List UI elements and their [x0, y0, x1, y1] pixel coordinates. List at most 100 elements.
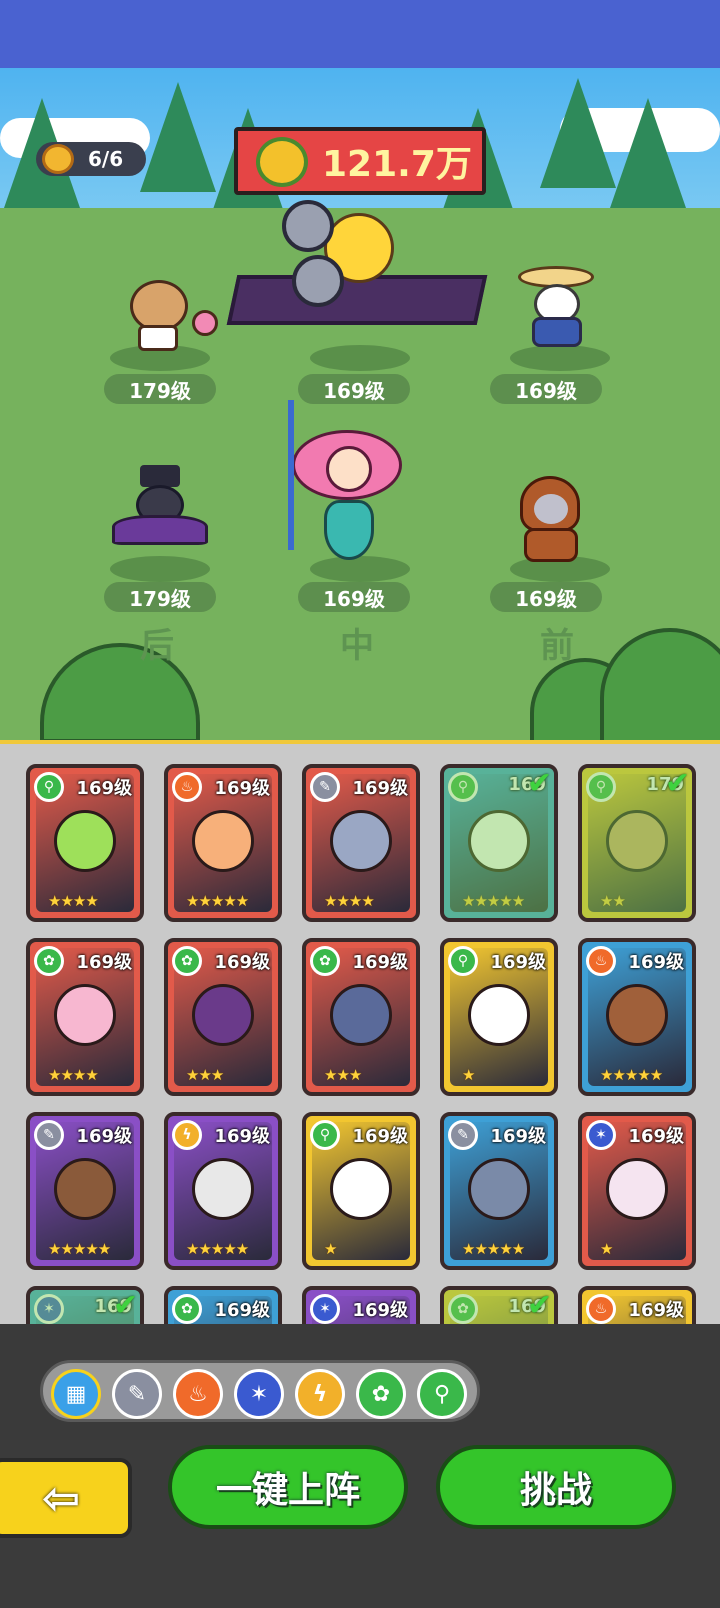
hero-face	[468, 984, 530, 1046]
hero-card[interactable]: ♨ 169级 ★★★★★	[164, 764, 282, 922]
hero-card-level: 169级	[214, 778, 270, 799]
slot-shadow	[310, 345, 410, 371]
hero-card[interactable]: ♨ 169级 ★★★★★	[578, 938, 696, 1096]
hero-card-level: 169级	[214, 1126, 270, 1147]
wind-element-icon: ⚲	[34, 772, 64, 802]
star-rating: ★★★	[186, 1066, 224, 1084]
hero-face	[192, 810, 254, 872]
hero-level: 169级	[490, 582, 602, 612]
hero-card-level: 169级	[628, 1126, 684, 1147]
hero-face	[54, 810, 116, 872]
hero-level: 169级	[298, 582, 410, 612]
power-value: 121.7万	[322, 144, 472, 185]
challenge-label: 挑战	[519, 1470, 592, 1511]
hero-card-level: 169级	[490, 1126, 546, 1147]
hero-card-level: 169级	[352, 1126, 408, 1147]
hero-card[interactable]: ✿ 169级	[164, 1286, 282, 1324]
hero-card[interactable]: ⚲ 179 ★★ ✔	[578, 764, 696, 922]
hero-mouse-hood[interactable]	[506, 468, 596, 568]
steel-element-icon: ✎	[448, 1120, 478, 1150]
hero-card-level: 169级	[628, 1300, 684, 1321]
hero-face	[192, 1158, 254, 1220]
hero-card[interactable]: ✿ 169 ✔	[440, 1286, 558, 1324]
hero-card[interactable]: ✶ 169 ✔	[26, 1286, 144, 1324]
star-rating: ★★★★★	[186, 1240, 249, 1258]
star-rating: ★★★★	[48, 892, 99, 910]
tree	[610, 98, 686, 208]
filter-fire-button[interactable]: ♨	[173, 1369, 223, 1419]
hero-card-grid[interactable]: ⚲ 169级 ★★★★ ♨ 169级 ★★★★★ ✎ 169级 ★★★★ ⚲ 169 ★★★★★ ✔ ⚲ 1…	[0, 740, 720, 1324]
hero-chicken-warrior[interactable]	[226, 195, 488, 345]
hero-face	[330, 984, 392, 1046]
hero-face	[54, 984, 116, 1046]
hero-card-level: 169级	[628, 952, 684, 973]
status-bar-strip	[0, 0, 720, 68]
star-rating: ★★★	[324, 1066, 362, 1084]
hero-card-level: 169级	[490, 952, 546, 973]
row-label-middle: 中	[340, 626, 374, 666]
filter-poison-button[interactable]: ✿	[356, 1369, 406, 1419]
hero-card[interactable]: ♨ 169级	[578, 1286, 696, 1324]
hero-card[interactable]: ✶ 169级 ★	[578, 1112, 696, 1270]
star-rating: ★★★★★	[48, 1240, 111, 1258]
star-rating: ★★★★★	[186, 892, 249, 910]
hero-card-level: 169级	[76, 778, 132, 799]
hero-face	[192, 984, 254, 1046]
hero-card[interactable]: ✿ 169级 ★★★★	[26, 938, 144, 1096]
hero-card-level: 169级	[76, 1126, 132, 1147]
poison-element-icon: ✿	[172, 946, 202, 976]
star-rating: ★★★★	[48, 1066, 99, 1084]
poison-element-icon: ✿	[34, 946, 64, 976]
filter-thunder-button[interactable]: ϟ	[295, 1369, 345, 1419]
hero-card-level: 169级	[352, 778, 408, 799]
check-icon: ✔	[664, 766, 690, 801]
team-count-pill: 6/6	[36, 142, 146, 176]
check-icon: ✔	[526, 1288, 552, 1323]
hero-card[interactable]: ✶ 169级	[302, 1286, 420, 1324]
hero-card[interactable]: ✿ 169级 ★★★	[164, 938, 282, 1096]
star-rating: ★	[462, 1066, 475, 1084]
steel-element-icon: ✎	[34, 1120, 64, 1150]
hero-card[interactable]: ⚲ 169 ★★★★★ ✔	[440, 764, 558, 922]
poison-element-icon: ✿	[310, 946, 340, 976]
check-icon: ✔	[112, 1288, 138, 1323]
row-label-front: 前	[540, 626, 574, 666]
hero-card[interactable]: ⚲ 169级 ★★★★	[26, 764, 144, 922]
hero-card[interactable]: ✿ 169级 ★★★	[302, 938, 420, 1096]
hero-card-level: 169级	[76, 952, 132, 973]
hero-card[interactable]: ϟ 169级 ★★★★★	[164, 1112, 282, 1270]
hero-duck-wizard[interactable]	[518, 262, 608, 352]
hero-deer[interactable]	[108, 270, 218, 351]
thunder-element-icon: ϟ	[172, 1120, 202, 1150]
hero-mermaid[interactable]	[284, 400, 414, 570]
filter-all-button[interactable]: ▦	[51, 1369, 101, 1419]
fist-icon	[256, 137, 308, 187]
filter-steel-button[interactable]: ✎	[112, 1369, 162, 1419]
hero-face	[54, 1158, 116, 1220]
hero-card[interactable]: ⚲ 169级 ★	[440, 938, 558, 1096]
filter-ice-button[interactable]: ✶	[234, 1369, 284, 1419]
element-filter-bar: ▦ ✎ ♨ ✶ ϟ ✿ ⚲	[40, 1360, 480, 1422]
auto-deploy-button[interactable]: 一键上阵	[168, 1445, 408, 1529]
tree	[540, 78, 616, 188]
hero-card[interactable]: ⚲ 169级 ★	[302, 1112, 420, 1270]
filter-wind-button[interactable]: ⚲	[417, 1369, 467, 1419]
hero-plague-crow[interactable]	[104, 465, 214, 565]
back-button[interactable]: ⇦	[0, 1458, 132, 1538]
steel-element-icon: ✎	[310, 772, 340, 802]
fire-element-icon: ♨	[586, 946, 616, 976]
hero-card-level: 169级	[352, 1300, 408, 1321]
power-banner: 121.7万	[234, 127, 486, 195]
star-rating: ★★★★★	[462, 1240, 525, 1258]
hero-card-level: 169级	[352, 952, 408, 973]
star-rating: ★	[324, 1240, 337, 1258]
hero-face	[606, 984, 668, 1046]
challenge-button[interactable]: 挑战	[436, 1445, 676, 1529]
hero-face	[468, 1158, 530, 1220]
hero-face	[606, 1158, 668, 1220]
hero-card[interactable]: ✎ 169级 ★★★★★	[440, 1112, 558, 1270]
ice-element-icon: ✶	[586, 1120, 616, 1150]
hero-card[interactable]: ✎ 169级 ★★★★	[302, 764, 420, 922]
team-icon	[42, 144, 74, 174]
hero-card[interactable]: ✎ 169级 ★★★★★	[26, 1112, 144, 1270]
